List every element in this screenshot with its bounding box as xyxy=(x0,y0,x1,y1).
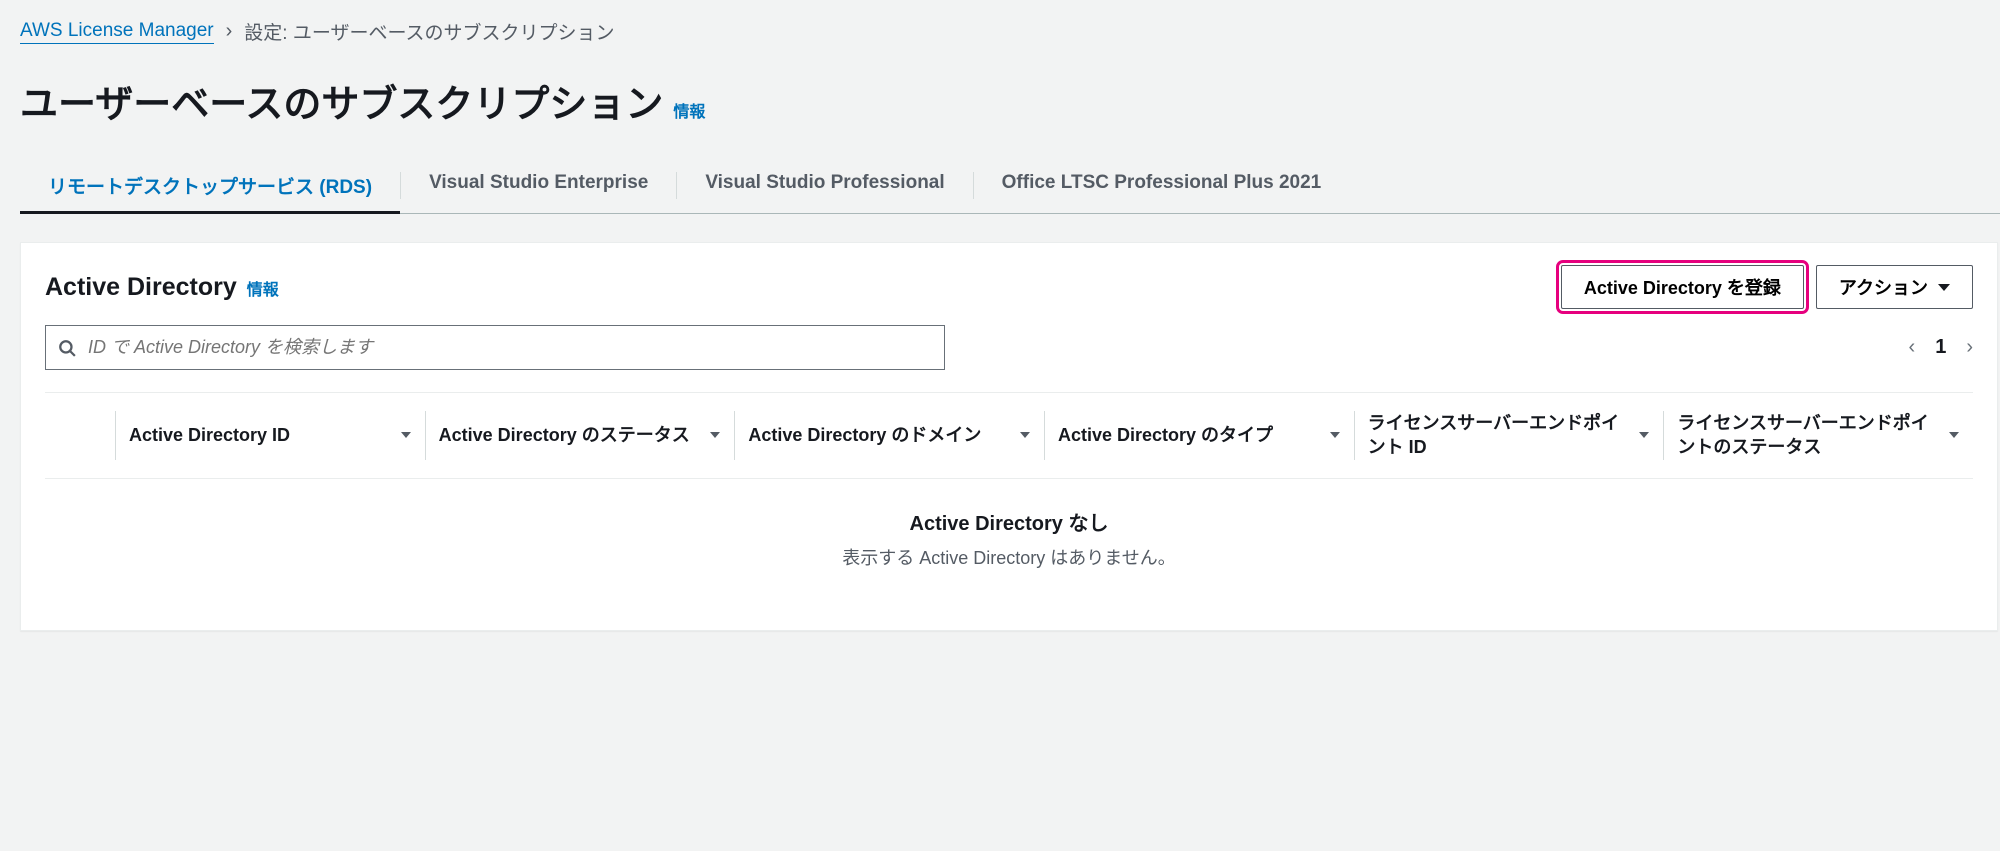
column-label: Active Directory のドメイン xyxy=(748,423,981,447)
info-link[interactable]: 情報 xyxy=(673,98,705,122)
column-label: ライセンスサーバーエンドポイントのステータス xyxy=(1677,411,1941,460)
search-input[interactable] xyxy=(86,336,932,359)
empty-state: Active Directory なし 表示する Active Director… xyxy=(45,479,1973,570)
active-directory-panel: Active Directory 情報 Active Directory を登録… xyxy=(20,242,1998,631)
column-label: Active Directory ID xyxy=(129,423,290,447)
tab-rds[interactable]: リモートデスクトップサービス (RDS) xyxy=(20,158,400,213)
tab-vs-enterprise[interactable]: Visual Studio Enterprise xyxy=(401,158,676,213)
column-label: Active Directory のステータス xyxy=(439,423,690,447)
table-header-row: Active Directory ID Active Directory のステ… xyxy=(45,392,1973,479)
caret-down-icon xyxy=(1938,284,1950,291)
column-ad-domain[interactable]: Active Directory のドメイン xyxy=(734,393,1044,478)
pagination-next[interactable]: › xyxy=(1966,336,1973,359)
column-license-endpoint-id[interactable]: ライセンスサーバーエンドポイント ID xyxy=(1354,393,1664,478)
column-select xyxy=(45,393,115,478)
column-label: Active Directory のタイプ xyxy=(1058,423,1273,447)
tab-vs-professional[interactable]: Visual Studio Professional xyxy=(677,158,972,213)
chevron-right-icon: › xyxy=(226,20,233,43)
sort-caret-icon xyxy=(401,432,411,438)
column-ad-type[interactable]: Active Directory のタイプ xyxy=(1044,393,1354,478)
sort-caret-icon xyxy=(1639,432,1649,438)
tabs: リモートデスクトップサービス (RDS) Visual Studio Enter… xyxy=(20,158,2000,214)
column-ad-id[interactable]: Active Directory ID xyxy=(115,393,425,478)
column-license-endpoint-status[interactable]: ライセンスサーバーエンドポイントのステータス xyxy=(1663,393,1973,478)
page-title-text: ユーザーベースのサブスクリプション xyxy=(20,73,663,128)
breadcrumb: AWS License Manager › 設定: ユーザーベースのサブスクリプ… xyxy=(20,18,2000,45)
pagination: ‹ 1 › xyxy=(1909,336,1973,359)
tab-office-ltsc[interactable]: Office LTSC Professional Plus 2021 xyxy=(974,158,1350,213)
panel-info-link[interactable]: 情報 xyxy=(247,276,279,300)
register-ad-button[interactable]: Active Directory を登録 xyxy=(1561,265,1804,309)
column-label: ライセンスサーバーエンドポイント ID xyxy=(1368,411,1632,460)
sort-caret-icon xyxy=(1020,432,1030,438)
breadcrumb-current: 設定: ユーザーベースのサブスクリプション xyxy=(244,18,614,45)
empty-title: Active Directory なし xyxy=(45,507,1973,536)
column-ad-status[interactable]: Active Directory のステータス xyxy=(425,393,735,478)
panel-header: Active Directory 情報 Active Directory を登録… xyxy=(45,265,1973,309)
search-icon xyxy=(58,339,76,357)
page-title: ユーザーベースのサブスクリプション 情報 xyxy=(20,73,2000,128)
empty-subtitle: 表示する Active Directory はありません。 xyxy=(45,544,1973,570)
actions-button-label: アクション xyxy=(1839,274,1928,300)
pagination-page: 1 xyxy=(1935,336,1946,359)
sort-caret-icon xyxy=(1949,432,1959,438)
pagination-prev[interactable]: ‹ xyxy=(1909,336,1916,359)
sort-caret-icon xyxy=(710,432,720,438)
panel-title: Active Directory xyxy=(45,273,237,302)
actions-dropdown-button[interactable]: アクション xyxy=(1816,265,1973,309)
sort-caret-icon xyxy=(1330,432,1340,438)
breadcrumb-root-link[interactable]: AWS License Manager xyxy=(20,20,214,44)
search-box[interactable] xyxy=(45,325,945,370)
